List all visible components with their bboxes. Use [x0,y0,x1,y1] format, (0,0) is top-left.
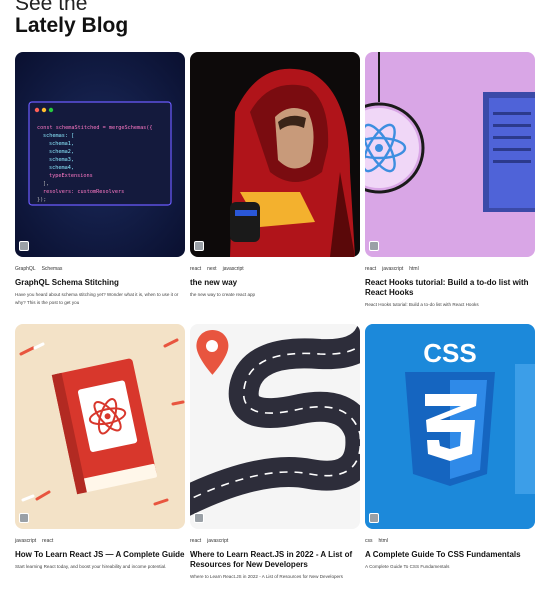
tag[interactable]: react [190,265,201,273]
tag-list: react javascript html [365,265,535,273]
blog-card[interactable]: CSS css html A Complete Guide To CSS Fun… [365,324,535,571]
tag[interactable]: next [207,265,216,273]
heading-main: Lately Blog [15,14,129,37]
blog-card[interactable]: const schemaStitched = mergeSchemas({ sc… [15,52,185,307]
tag-list: react javascript [190,537,360,545]
author-avatar[interactable] [19,513,29,523]
author-avatar[interactable] [369,513,379,523]
author-avatar[interactable] [194,513,204,523]
tag[interactable]: javascript [15,537,36,545]
tag-list: react next javascript [190,265,360,273]
section-heading: See the Lately Blog [15,0,128,38]
card-thumbnail[interactable]: CSS [365,324,535,529]
code-line: schema2, [49,149,74,155]
author-avatar[interactable] [369,241,379,251]
card-title[interactable]: Where to Learn React.JS in 2022 - A List… [190,550,360,570]
card-title[interactable]: How To Learn React JS — A Complete Guide [15,550,185,560]
code-line: }); [37,197,46,203]
tag[interactable]: react [190,537,201,545]
code-line: ], [43,181,49,187]
code-line: typeExtensions [49,173,93,179]
hoodie-boxer-image [190,52,360,257]
tag[interactable]: react [42,537,53,545]
card-description: Have you heard about schema stitching ye… [15,292,179,305]
card-title[interactable]: the new way [190,278,360,288]
card-description: Start learning React today, and boost yo… [15,564,167,569]
card-thumbnail[interactable]: const schemaStitched = mergeSchemas({ sc… [15,52,185,257]
code-line: schemas: [ [43,133,74,139]
blog-card[interactable]: react next javascript the new way the ne… [190,52,360,299]
tag-list: css html [365,537,535,545]
card-thumbnail[interactable] [190,52,360,257]
road-map-image [190,324,360,529]
card-thumbnail[interactable] [190,324,360,529]
tag[interactable]: html [379,537,388,545]
card-title[interactable]: GraphQL Schema Stitching [15,278,185,288]
blog-card[interactable]: javascript react How To Learn React JS —… [15,324,185,571]
author-avatar[interactable] [19,241,29,251]
blog-card[interactable]: react javascript html React Hooks tutori… [365,52,535,309]
tag[interactable]: css [365,537,373,545]
code-line: schema4, [49,165,74,171]
tag[interactable]: javascript [223,265,244,273]
card-thumbnail[interactable] [365,52,535,257]
author-avatar[interactable] [194,241,204,251]
tag-list: GraphQL Schemas [15,265,185,273]
css-logo-image: CSS [365,324,535,529]
card-title[interactable]: A Complete Guide To CSS Fundamentals [365,550,535,560]
card-description: A Complete Guide To CSS Fundamentals [365,564,450,569]
code-line: schema1, [49,141,74,147]
code-editor-image: const schemaStitched = mergeSchemas({ sc… [15,52,185,257]
blog-card[interactable]: react javascript Where to Learn React.JS… [190,324,360,581]
tag[interactable]: javascript [382,265,403,273]
card-description: React Hooks tutorial: Build a to-do list… [365,302,479,307]
tag[interactable]: GraphQL [15,265,36,273]
heading-pre: See the [15,0,88,15]
card-title[interactable]: React Hooks tutorial: Build a to-do list… [365,278,535,298]
react-hooks-image [365,52,535,257]
card-description: Where to Learn React.JS in 2022 - A List… [190,574,343,579]
card-thumbnail[interactable] [15,324,185,529]
card-description: the new way to create react app [190,292,256,297]
code-line: resolvers: customResolvers [43,189,124,195]
tag[interactable]: Schemas [42,265,63,273]
tag-list: javascript react [15,537,185,545]
tag[interactable]: html [409,265,418,273]
css-badge: CSS [423,338,476,368]
react-book-image [15,324,185,529]
code-line: const schemaStitched = mergeSchemas({ [37,125,153,131]
tag[interactable]: react [365,265,376,273]
tag[interactable]: javascript [207,537,228,545]
code-line: schema3, [49,157,74,163]
